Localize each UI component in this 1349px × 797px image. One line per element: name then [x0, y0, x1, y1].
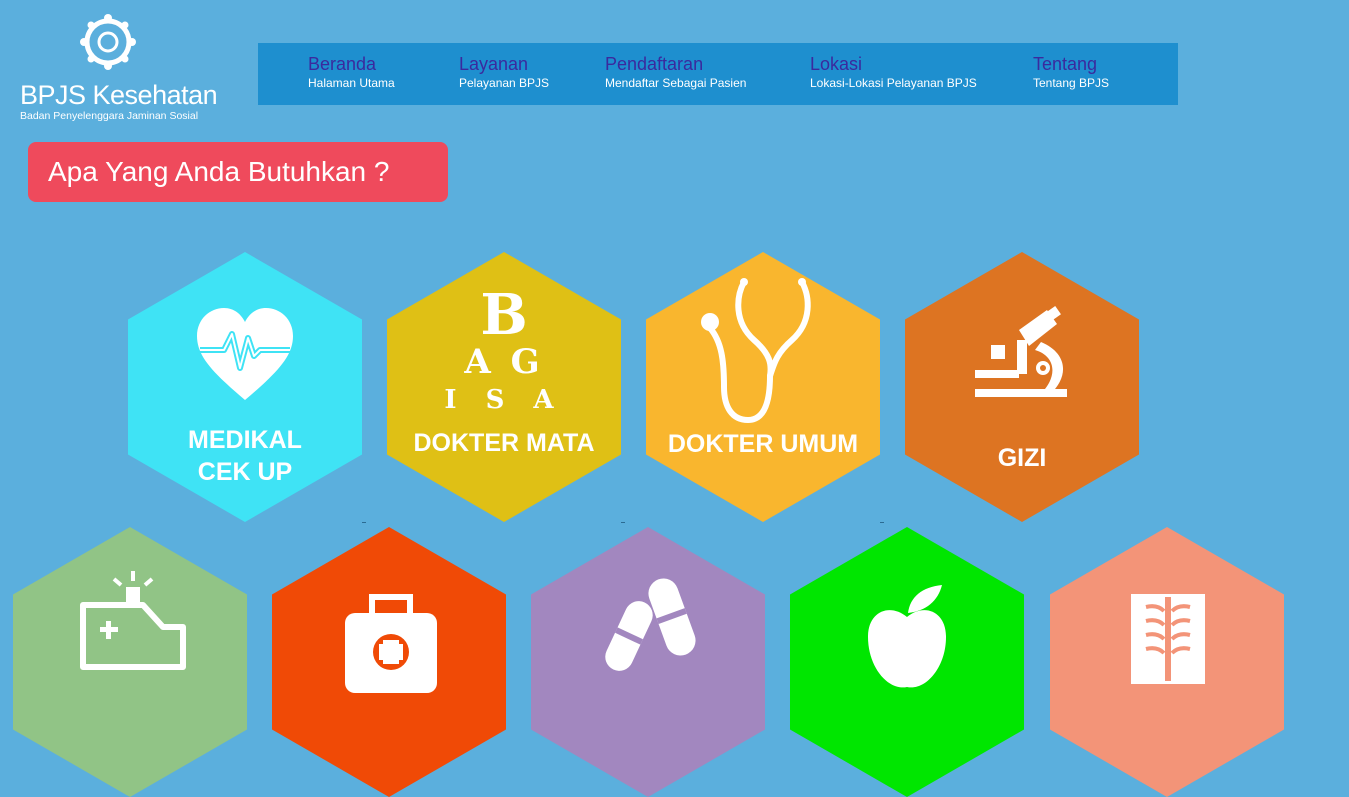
service-label: GIZI — [997, 444, 1047, 472]
eye-chart-row: A G — [463, 342, 543, 382]
separator-dot — [621, 522, 625, 523]
service-label: DOKTER UMUM — [667, 430, 859, 458]
nav-subtitle: Mendaftar Sebagai Pasien — [605, 76, 747, 90]
section-heading-text: Apa Yang Anda Butuhkan ? — [48, 156, 390, 187]
nav-item-beranda[interactable]: Beranda Halaman Utama — [308, 53, 395, 91]
section-heading: Apa Yang Anda Butuhkan ? — [28, 142, 448, 202]
nav-title[interactable]: Lokasi — [810, 53, 977, 75]
logo-name: BPJS Kesehatan — [20, 80, 218, 110]
service-apotek[interactable] — [531, 527, 765, 797]
service-dokter-umum[interactable]: DOKTER UMUM — [646, 252, 880, 522]
eye-chart-row: I S A — [444, 385, 563, 415]
logo-tagline: Badan Penyelenggara Jaminan Sosial — [20, 110, 199, 122]
ambulance-icon — [80, 571, 186, 670]
service-label: DOKTER MATA — [413, 429, 595, 457]
service-dokter-mata[interactable]: B A G I S A DOKTER MATA — [387, 252, 621, 522]
nav-title[interactable]: Beranda — [308, 53, 395, 75]
pills-icon — [605, 578, 696, 671]
nav-item-layanan[interactable]: Layanan Pelayanan BPJS — [459, 53, 549, 91]
service-radiologi[interactable] — [1050, 527, 1284, 797]
nav-subtitle: Pelayanan BPJS — [459, 76, 550, 90]
nav-title[interactable]: Tentang — [1033, 53, 1109, 75]
service-label-line2: CEK UP — [197, 458, 293, 486]
separator-dot — [880, 522, 884, 523]
nav-title[interactable]: Layanan — [459, 53, 549, 75]
bpjs-emblem-icon — [80, 14, 136, 70]
stethoscope-icon — [701, 278, 811, 424]
nav-title[interactable]: Pendaftaran — [605, 53, 746, 75]
nav-item-lokasi[interactable]: Lokasi Lokasi-Lokasi Pelayanan BPJS — [810, 53, 977, 91]
bpjs-logo[interactable]: BPJS Kesehatan Badan Penyelenggara Jamin… — [18, 14, 218, 126]
first-aid-kit-icon — [345, 594, 437, 693]
nav-subtitle: Tentang BPJS — [1033, 76, 1110, 90]
nav-item-pendaftaran[interactable]: Pendaftaran Mendaftar Sebagai Pasien — [605, 53, 746, 91]
xray-icon — [1131, 594, 1205, 684]
nav-subtitle: Halaman Utama — [308, 76, 395, 90]
service-label: MEDIKAL — [188, 426, 302, 454]
service-p3k[interactable] — [272, 527, 506, 797]
separator-dot — [362, 522, 366, 523]
microscope-icon — [975, 306, 1067, 397]
main-navbar: Beranda Halaman Utama Layanan Pelayanan … — [258, 43, 1178, 105]
eye-chart-row: B — [480, 282, 527, 348]
service-nutrisi[interactable] — [790, 527, 1024, 797]
eye-chart-icon: B A G I S A — [444, 282, 563, 415]
service-gizi[interactable]: GIZI — [905, 252, 1139, 522]
service-ambulans[interactable] — [13, 527, 247, 797]
nav-item-tentang[interactable]: Tentang Tentang BPJS — [1033, 53, 1109, 91]
service-medikal-cek-up[interactable]: MEDIKAL CEK UP — [128, 252, 362, 522]
apple-icon — [868, 585, 946, 688]
nav-subtitle: Lokasi-Lokasi Pelayanan BPJS — [810, 76, 977, 90]
